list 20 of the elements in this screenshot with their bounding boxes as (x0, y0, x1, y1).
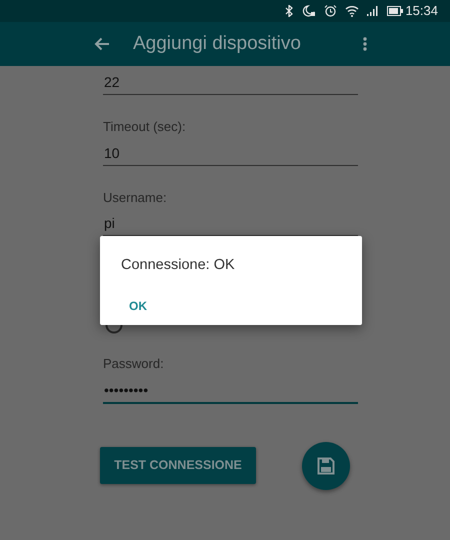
more-menu-icon[interactable] (363, 37, 367, 51)
input-field[interactable]: 10 (103, 140, 358, 166)
bluetooth-icon (284, 5, 294, 17)
save-button[interactable] (302, 442, 350, 490)
input-field[interactable]: ••••••••• (103, 378, 358, 404)
ok-button[interactable]: OK (121, 292, 155, 319)
battery-icon (387, 6, 404, 16)
input-field[interactable]: 22 (103, 70, 358, 95)
signal-icon (367, 5, 380, 17)
alarm-icon (324, 5, 338, 17)
test-connection-button[interactable]: TEST CONNESSIONE (100, 447, 256, 484)
wifi-icon (345, 5, 360, 17)
clock-time: 15:34 (405, 2, 438, 20)
dialog-message: Connessione: OK (120, 256, 236, 275)
app-title: Aggiungi dispositivo (133, 32, 301, 56)
back-icon[interactable] (94, 37, 110, 51)
moon-icon (302, 5, 316, 17)
field-label: Password: (103, 355, 165, 373)
field-label: Username: (103, 188, 168, 206)
field-label: Timeout (sec): (103, 118, 187, 136)
